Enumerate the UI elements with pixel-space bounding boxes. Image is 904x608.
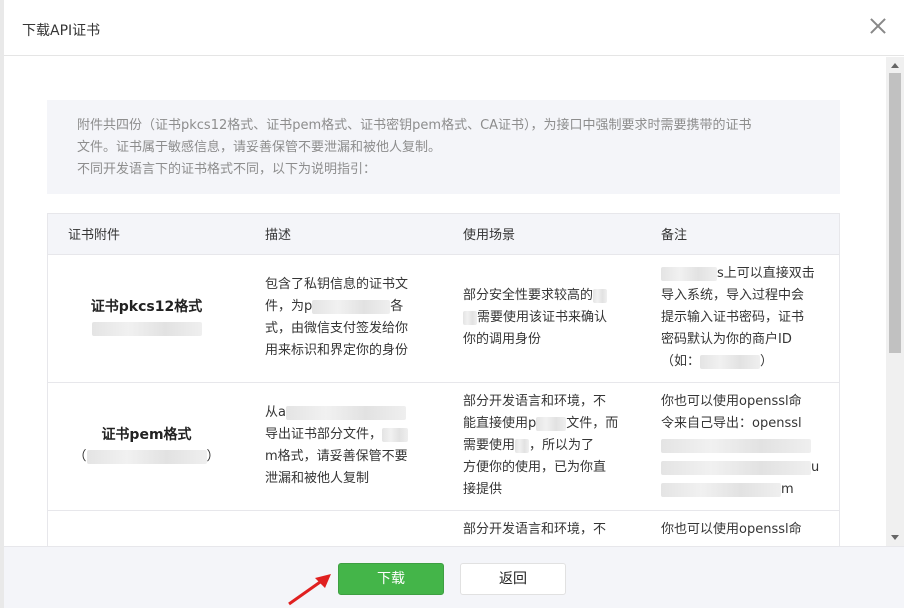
redacted-text [661,482,781,497]
notice-line-3: 不同开发语言下的证书格式不同，以下为说明指引： [77,162,377,177]
note-cell: s上可以直接双击 导入系统，导入过程中会 提示输入证书密码，证书 密码默认为你的… [641,253,839,382]
close-icon[interactable] [868,16,888,36]
desc-cell: 包含了私钥信息的证书文 件，为p 各 式，由微信支付签发给你 用来标识和界定你的身… [245,253,443,382]
header-scenario: 使用场景 [443,214,641,254]
desc-line: 导出证书部分文件， [265,427,383,442]
cert-name: 证书pkcs12格式 [90,299,203,315]
cert-name-cell: 证书pem格式 （） [48,381,245,510]
note-line: 你也可以使用openssl命 [661,394,802,409]
desc-line: 从a [265,405,286,420]
redacted-text [463,310,477,325]
desc-line: 用来标识和界定你的身份 [265,343,409,358]
scene-line: 能直接使用p [463,416,537,431]
table-header-row: 证书附件 描述 使用场景 备注 [48,214,839,254]
notice-line-1: 附件共四份（证书pkcs12格式、证书pem格式、证书密钥pem格式、CA证书）… [77,118,752,133]
redacted-text [661,266,717,281]
note-line: 导入系统，导入过程中会 [661,288,805,303]
back-button[interactable]: 返回 [460,563,566,595]
scroll-thumb[interactable] [889,73,901,353]
scroll-down-arrow-icon[interactable] [891,535,899,540]
dialog-footer: 下载 返回 [4,546,904,608]
redacted-text [285,405,406,420]
scene-line: 部分安全性要求较高的 [463,288,594,303]
scene-line: 接提供 [463,482,503,497]
scene-line: 方便你的使用，已为你直 [463,460,607,475]
note-line: u [811,460,820,475]
desc-line: 包含了私钥信息的证书文 [265,277,409,292]
cert-name-cell [48,509,245,546]
note-line: s上可以直接双击 [717,266,815,281]
scene-line: 部分开发语言和环境，不 [463,521,607,537]
cert-table: 证书附件 描述 使用场景 备注 证书pkcs12格式 包含了私钥信息的证书文 件… [47,213,840,546]
header-note: 备注 [641,214,839,254]
scene-line: 需要使用 [463,438,516,453]
scene-cell: 部分开发语言和环境，不 [443,509,641,546]
cert-name: 证书pem格式 [101,427,192,443]
scene-line: 文件，而 [566,416,619,431]
desc-line: 件，为p [265,299,313,314]
download-cert-dialog: 下载API证书 附件共四份（证书pkcs12格式、证书pem格式、证书密钥pem… [4,0,904,608]
redacted-text [86,449,207,464]
download-button[interactable]: 下载 [338,563,444,595]
note-line: （如： [661,354,701,369]
dialog-body: 附件共四份（证书pkcs12格式、证书pem格式、证书密钥pem格式、CA证书）… [4,57,886,546]
note-cell: 你也可以使用openssl命 令来自己导出：openssl u m [641,381,839,510]
table-row: 部分开发语言和环境，不 你也可以使用openssl命 [48,509,839,546]
redacted-text [700,354,761,369]
scene-line: 部分开发语言和环境，不 [463,394,607,409]
table-row: 证书pem格式 （） 从a 导出证书部分文件， m格式，请妥善保管不要 泄漏和被… [48,381,839,510]
redacted-text [91,321,202,336]
note-cell: 你也可以使用openssl命 [641,509,839,546]
notice-box: 附件共四份（证书pkcs12格式、证书pem格式、证书密钥pem格式、CA证书）… [47,100,840,194]
desc-line: m格式，请妥善保管不要 [265,449,408,464]
redacted-text [382,427,409,442]
header-description: 描述 [245,214,443,254]
dialog-title: 下载API证书 [22,23,101,39]
desc-line: 式，由微信支付签发给你 [265,321,409,336]
scene-line: ，所以为了 [529,438,595,453]
redacted-text [536,416,567,431]
note-line: 你也可以使用openssl命 [661,521,802,537]
desc-cell: 从a 导出证书部分文件， m格式，请妥善保管不要 泄漏和被他人复制 [245,381,443,510]
note-line: 提示输入证书密码，证书 [661,310,805,325]
redacted-text [661,460,811,475]
cert-name-cell: 证书pkcs12格式 [48,253,245,382]
redacted-text [515,438,530,453]
dialog-header: 下载API证书 [4,0,904,56]
note-line: 令来自己导出：openssl [661,416,802,431]
desc-cell [245,509,443,546]
scroll-up-arrow-icon[interactable] [891,63,899,68]
notice-line-2: 文件。证书属于敏感信息，请妥善保管不要泄漏和被他人复制。 [77,140,442,155]
scene-line: 你的调用身份 [463,332,542,347]
scene-cell: 部分开发语言和环境，不 能直接使用p 文件，而 需要使用 ，所以为了 方便你的使用，… [443,381,641,510]
scene-line: 需要使用该证书来确认 [477,310,608,325]
red-arrow-annotation-icon [288,574,331,606]
scene-cell: 部分安全性要求较高的 需要使用该证书来确认 你的调用身份 [443,253,641,382]
redacted-text [661,438,811,453]
desc-line: 泄漏和被他人复制 [265,471,370,486]
note-line: 密码默认为你的商户ID [661,332,792,347]
header-attachment: 证书附件 [48,214,245,254]
redacted-text [312,299,391,314]
note-line: m [781,482,794,497]
table-row: 证书pkcs12格式 包含了私钥信息的证书文 件，为p 各 式，由微信支付签发给你… [48,253,839,382]
redacted-text [593,288,608,303]
vertical-scrollbar[interactable] [886,57,904,546]
